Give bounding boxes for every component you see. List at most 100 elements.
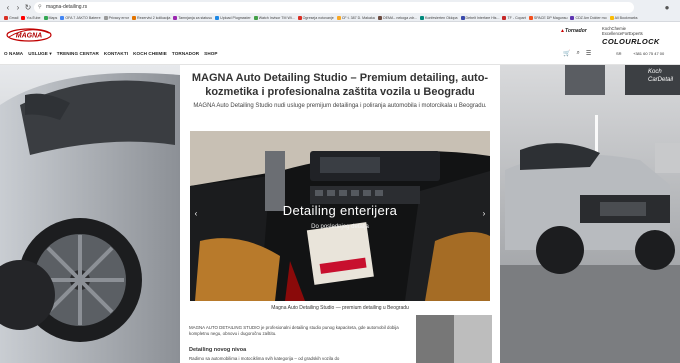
bookmark-item[interactable]: CDZ Am Dokter mo (570, 13, 607, 22)
bookmark-item[interactable]: SPACE DP Magunsu (528, 13, 568, 22)
bookmark-item[interactable]: All Bookmarks (609, 13, 638, 22)
bookmark-item[interactable]: Gmail (4, 13, 18, 22)
bookmark-label: CDZ Am Dokter mo (575, 15, 607, 20)
bookmark-favicon-icon (173, 15, 178, 20)
bookmark-favicon-icon (609, 15, 614, 20)
search-icon[interactable]: ⌕ (576, 50, 579, 57)
bookmark-item[interactable]: OEMA - nekoga zdr... (377, 13, 417, 22)
bookmark-label: Konfesierten Oklopa (424, 15, 458, 20)
slider-caption: Magna Auto Detailing Studio — premium de… (271, 305, 409, 311)
bookmark-label: Maps (48, 15, 58, 20)
main-navigation: O NAMA USLUGE ▾ TRENING CENTAR KONTAKTI KOCH… (4, 51, 218, 57)
svg-text:Koch: Koch (648, 69, 662, 75)
bookmark-label: All Bookmarks (614, 15, 638, 20)
bookmark-label: TF - Copart (507, 15, 526, 20)
bookmark-item[interactable]: Maps (43, 13, 58, 22)
nav-item[interactable]: USLUGE ▾ (28, 51, 52, 57)
svg-text:CarDetail: CarDetail (648, 77, 674, 83)
bookmark-label: SPACE DP Magunsu (533, 15, 568, 20)
bookmark-favicon-icon (460, 15, 465, 20)
logo-text: MAGNA (16, 33, 42, 40)
bookmark-favicon-icon (297, 15, 302, 20)
forward-icon[interactable]: › (13, 3, 23, 13)
bookmarks-bar: Gmail YouTube Maps OFA 7 JAKTO Baterre Priva… (0, 13, 680, 22)
browser-toolbar: ‹ › ↻ ⚲ magna-detailing.rs ● Gmail YouTub… (0, 0, 680, 22)
bookmark-item[interactable]: Watch Invisor TM Wi... (253, 13, 295, 22)
bookmark-label: OEMA - nekoga zdr... (382, 15, 417, 20)
bookmark-item[interactable]: YouTube (21, 13, 41, 22)
bookmark-favicon-icon (4, 15, 8, 20)
page-title: MAGNA Auto Detailing Studio – Premium de… (191, 72, 489, 98)
address-bar[interactable]: ⚲ magna-detailing.rs (34, 2, 634, 13)
bookmark-item[interactable]: Upload Plugmaster (215, 13, 251, 22)
nav-item[interactable]: KOCH CHEMIE (133, 51, 167, 57)
cart-icon[interactable]: 🛒 (563, 50, 570, 57)
gallery-thumbnail-2[interactable] (454, 315, 492, 363)
url-text: magna-detailing.rs (46, 4, 88, 10)
section-heading: Detailing novog nivoa (189, 347, 247, 353)
bookmark-favicon-icon (336, 15, 341, 20)
bookmark-item[interactable]: OFA 7 JAKTO Baterre (60, 13, 101, 22)
bookmark-label: OFA 7 JAKTO Baterre (65, 15, 101, 20)
koch-chemie-logo[interactable]: KochChemie ExcellenceForExperts (602, 26, 643, 36)
bookmark-label: CF t. 387 D. Makaka (341, 15, 375, 20)
reload-icon[interactable]: ↻ (23, 3, 33, 13)
section-paragraph: Radimo sa automobilima i motociklima svi… (189, 356, 340, 361)
bookmark-label: Rezervisi 2 kolikacija (136, 15, 171, 20)
bookmark-favicon-icon (528, 15, 533, 20)
header-phone[interactable]: +381 60 75 47 00 (633, 51, 664, 56)
bookmark-item[interactable]: TF - Copart (502, 13, 526, 22)
nav-item[interactable]: O NAMA (4, 51, 23, 57)
bookmark-item[interactable]: Konfesierten Oklopa (419, 13, 458, 22)
nav-item[interactable]: TORNADOR (172, 51, 199, 57)
bookmark-label: Gmail (9, 15, 19, 20)
bookmark-label: Tamnjanja za statusu (178, 15, 213, 20)
bookmark-favicon-icon (419, 15, 424, 20)
bookmark-item[interactable]: Tamnjanja za statusu (173, 13, 212, 22)
site-header: MAGNA O NAMA USLUGE ▾ TRENING CENTAR KONTAK… (0, 22, 680, 65)
nav-item[interactable]: KONTAKTI (104, 51, 128, 57)
page-lead: MAGNA Auto Detailing Studio nudi usluge … (193, 103, 487, 109)
bookmark-favicon-icon (131, 15, 136, 20)
bookmark-favicon-icon (21, 15, 26, 20)
intro-paragraph: MAGNA AUTO DETAILING STUDIO je profesion… (189, 325, 399, 336)
bookmark-label: Ogreseja notovanje (302, 15, 334, 20)
back-icon[interactable]: ‹ (3, 3, 13, 13)
slide-title: Detailing enterijera (282, 203, 398, 218)
bookmark-label: Upload Plugmaster (220, 15, 251, 20)
colourlock-logo[interactable]: COLOURLOCK (602, 37, 660, 46)
magna-logo[interactable]: MAGNA (5, 27, 53, 43)
nav-item[interactable]: SHOP (204, 51, 217, 57)
menu-icon[interactable]: ☰ (586, 50, 591, 57)
slide-subtitle: Do poslednjeg detalja (311, 224, 369, 230)
bookmark-item[interactable]: Rezervisi 2 kolikacija (131, 13, 171, 22)
language-switcher[interactable]: SR (616, 51, 622, 56)
bookmark-label: YouTube (26, 15, 41, 20)
bookmark-favicon-icon (43, 15, 48, 20)
bookmark-favicon-icon (377, 15, 382, 20)
bookmark-label: Watch Invisor TM Wi... (258, 15, 295, 20)
tornador-logo[interactable]: ▲Tornador (560, 28, 587, 34)
slider-next-icon[interactable]: › (480, 209, 488, 218)
bookmark-item[interactable]: CF t. 387 D. Makaka (336, 13, 375, 22)
slider-prev-icon[interactable]: ‹ (192, 209, 200, 218)
bookmark-favicon-icon (215, 15, 220, 20)
bookmark-label: Debelt Interfare His... (465, 15, 500, 20)
gallery-thumbnail[interactable] (416, 315, 492, 363)
bookmark-item[interactable]: Privacy error (103, 13, 129, 22)
nav-item[interactable]: TRENING CENTAR (57, 51, 99, 57)
bookmark-label: Privacy error (108, 15, 129, 20)
profile-icon[interactable]: ● (662, 3, 672, 13)
bookmark-favicon-icon (60, 15, 65, 20)
bookmark-favicon-icon (502, 15, 507, 20)
bookmark-favicon-icon (570, 15, 575, 20)
main-content: MAGNA Auto Detailing Studio – Premium de… (180, 65, 500, 363)
bookmark-favicon-icon (253, 15, 258, 20)
bookmark-item[interactable]: Ogreseja notovanje (297, 13, 334, 22)
partner-brands: ▲Tornador KochChemie ExcellenceForExpert… (560, 25, 680, 47)
bookmark-item[interactable]: Debelt Interfare His... (460, 13, 500, 22)
header-icons: 🛒 ⌕ ☰ (563, 50, 591, 57)
image-slider[interactable]: Detailing enterijera Do poslednjeg detal… (190, 131, 490, 301)
site-info-icon[interactable]: ⚲ (38, 2, 42, 13)
bookmark-favicon-icon (103, 15, 108, 20)
